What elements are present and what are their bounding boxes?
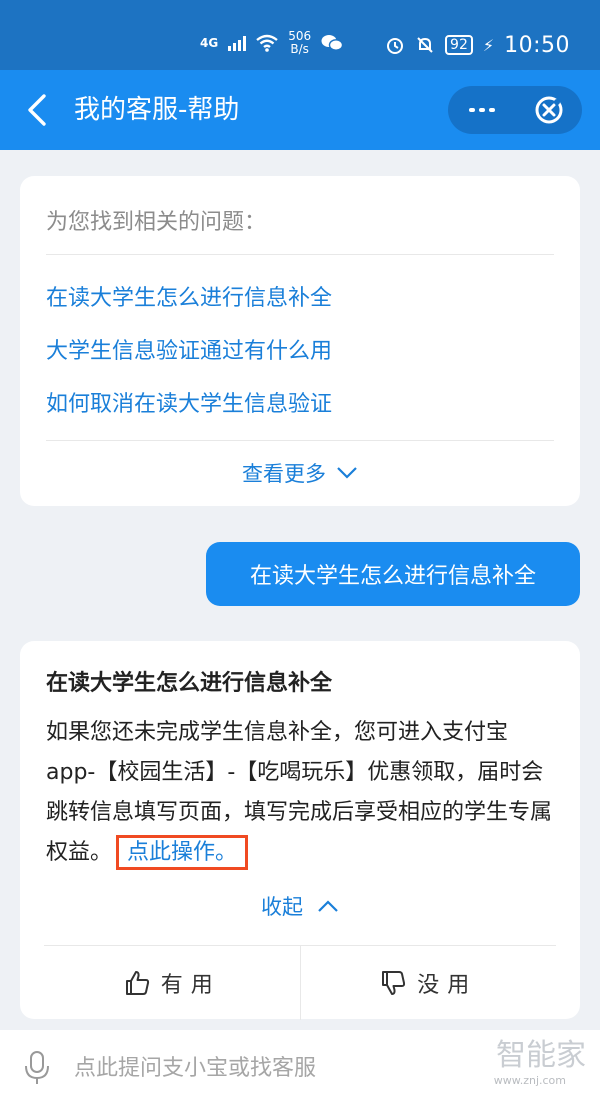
related-title: 为您找到相关的问题： bbox=[46, 210, 267, 235]
mini-app-capsule bbox=[448, 86, 582, 134]
status-right: 92 ⚡ 10:50 bbox=[385, 30, 570, 60]
network-type: 4G bbox=[200, 36, 219, 50]
thumbs-down-icon bbox=[382, 970, 406, 995]
status-left: 4G 506 B/s bbox=[200, 28, 344, 58]
collapse-button[interactable]: 收起 bbox=[20, 891, 580, 921]
answer-card: 在读大学生怎么进行信息补全 如果您还未完成学生信息补全，您可进入支付宝app-【… bbox=[20, 641, 580, 1020]
see-more-button[interactable]: 查看更多 bbox=[20, 458, 580, 488]
question-link-2[interactable]: 大学生信息验证通过有什么用 bbox=[46, 333, 332, 365]
answer-body: 如果您还未完成学生信息补全，您可进入支付宝app-【校园生活】-【吃喝玩乐】优惠… bbox=[46, 713, 556, 873]
watermark-logo: 智能家 www.znj.com bbox=[476, 1038, 586, 1100]
useless-button[interactable]: 没用 bbox=[301, 946, 557, 1019]
mute-bell-icon bbox=[417, 37, 433, 53]
watermark-url: www.znj.com bbox=[493, 1074, 566, 1087]
thumbs-up-icon bbox=[125, 970, 149, 995]
more-button[interactable] bbox=[448, 86, 515, 134]
battery-indicator: 92 bbox=[445, 35, 473, 55]
watermark-text: 智能家 bbox=[496, 1038, 586, 1073]
alarm-icon bbox=[387, 38, 404, 54]
useful-button[interactable]: 有用 bbox=[44, 946, 300, 1019]
network-speed: 506 B/s bbox=[288, 30, 311, 56]
wechat-icon bbox=[321, 35, 344, 51]
question-link-3[interactable]: 如何取消在读大学生信息验证 bbox=[46, 386, 332, 418]
chevron-up-icon bbox=[318, 900, 338, 912]
close-button[interactable] bbox=[515, 86, 582, 134]
user-message-bubble: 在读大学生怎么进行信息补全 bbox=[206, 542, 580, 606]
divider bbox=[46, 254, 554, 255]
signal-icon bbox=[228, 35, 247, 51]
close-circle-icon bbox=[535, 96, 562, 124]
see-more-label: 查看更多 bbox=[242, 462, 326, 486]
answer-title: 在读大学生怎么进行信息补全 bbox=[46, 671, 333, 696]
back-button[interactable] bbox=[20, 88, 60, 132]
voice-button[interactable] bbox=[22, 1050, 52, 1086]
question-link-1[interactable]: 在读大学生怎么进行信息补全 bbox=[46, 280, 332, 312]
collapse-label: 收起 bbox=[261, 895, 303, 919]
more-dots-icon bbox=[468, 108, 475, 112]
back-arrow-icon bbox=[28, 94, 46, 126]
page-title: 我的客服-帮助 bbox=[74, 95, 240, 125]
charging-icon: ⚡ bbox=[482, 35, 495, 55]
title-bar: 我的客服-帮助 bbox=[0, 70, 600, 150]
related-questions-card: 为您找到相关的问题： 在读大学生怎么进行信息补全 大学生信息验证通过有什么用 如… bbox=[20, 176, 580, 506]
action-link[interactable]: 点此操作。 bbox=[116, 835, 249, 870]
microphone-icon bbox=[25, 1051, 49, 1084]
speed-unit: B/s bbox=[290, 42, 309, 56]
clock: 10:50 bbox=[504, 32, 570, 58]
divider bbox=[46, 440, 554, 441]
speed-value: 506 bbox=[288, 29, 312, 43]
feedback-row: 有用 没用 bbox=[44, 945, 557, 1020]
chevron-down-icon bbox=[337, 467, 357, 479]
useful-label: 有用 bbox=[160, 972, 221, 998]
status-bar: 4G 506 B/s 92 ⚡ 10:50 bbox=[0, 0, 600, 70]
useless-label: 没用 bbox=[417, 972, 478, 998]
question-input[interactable] bbox=[74, 1048, 494, 1088]
input-bar: 智能家 www.znj.com bbox=[0, 1030, 600, 1105]
wifi-icon bbox=[256, 34, 278, 52]
